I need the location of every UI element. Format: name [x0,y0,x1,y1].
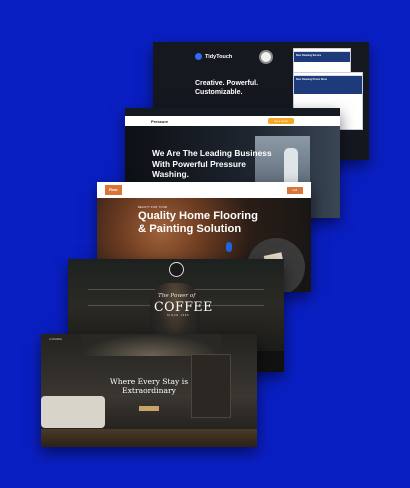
hotel-logo: LUXURIA [49,337,63,341]
hotel-headline: Where Every Stay is Extraordinary [109,377,189,396]
floor-tagline: BEAUTY FOR YOUR [138,206,168,209]
paint-roller-icon [226,242,232,252]
pressure-logo: Pressure [151,118,169,124]
coffee-headline: COFFEE [154,299,213,314]
tidytouch-logo-text: TidyTouch [205,53,233,60]
wood-floor [41,429,257,447]
top-info-bar [125,108,340,116]
award-badge-icon [259,50,273,64]
hotel-template-card[interactable]: LUXURIA Where Every Stay is Extraordinar… [41,334,257,447]
main-nav: LUXURIA [49,337,62,341]
tidytouch-preview-1-headline: Best Cleaning Service [294,52,350,62]
tidytouch-headline: Creative. Powerful. Customizable. [195,80,259,96]
coffee-emblem-logo [169,262,184,277]
get-quote-button[interactable]: Get a Quote [267,118,294,124]
bed-image [41,396,105,428]
book-button[interactable] [139,406,159,411]
pressure-headline: We Are The Leading Business With Powerfu… [152,148,272,179]
logo-mark-icon [195,53,202,60]
call-button[interactable]: Call [286,186,303,194]
ceiling-light [81,334,221,356]
tidytouch-preview-2-headline: Best Cleaning Promo Store [294,76,362,94]
floor-logo: Floor [105,185,122,195]
floor-headline: Quality Home Flooring & Painting Solutio… [138,210,258,235]
main-nav: Pressure Get a Quote [125,116,340,126]
coffee-since: SINCE 1996 [167,314,190,317]
tidytouch-logo: TidyTouch [195,53,232,60]
main-nav: Floor Call [97,182,311,198]
